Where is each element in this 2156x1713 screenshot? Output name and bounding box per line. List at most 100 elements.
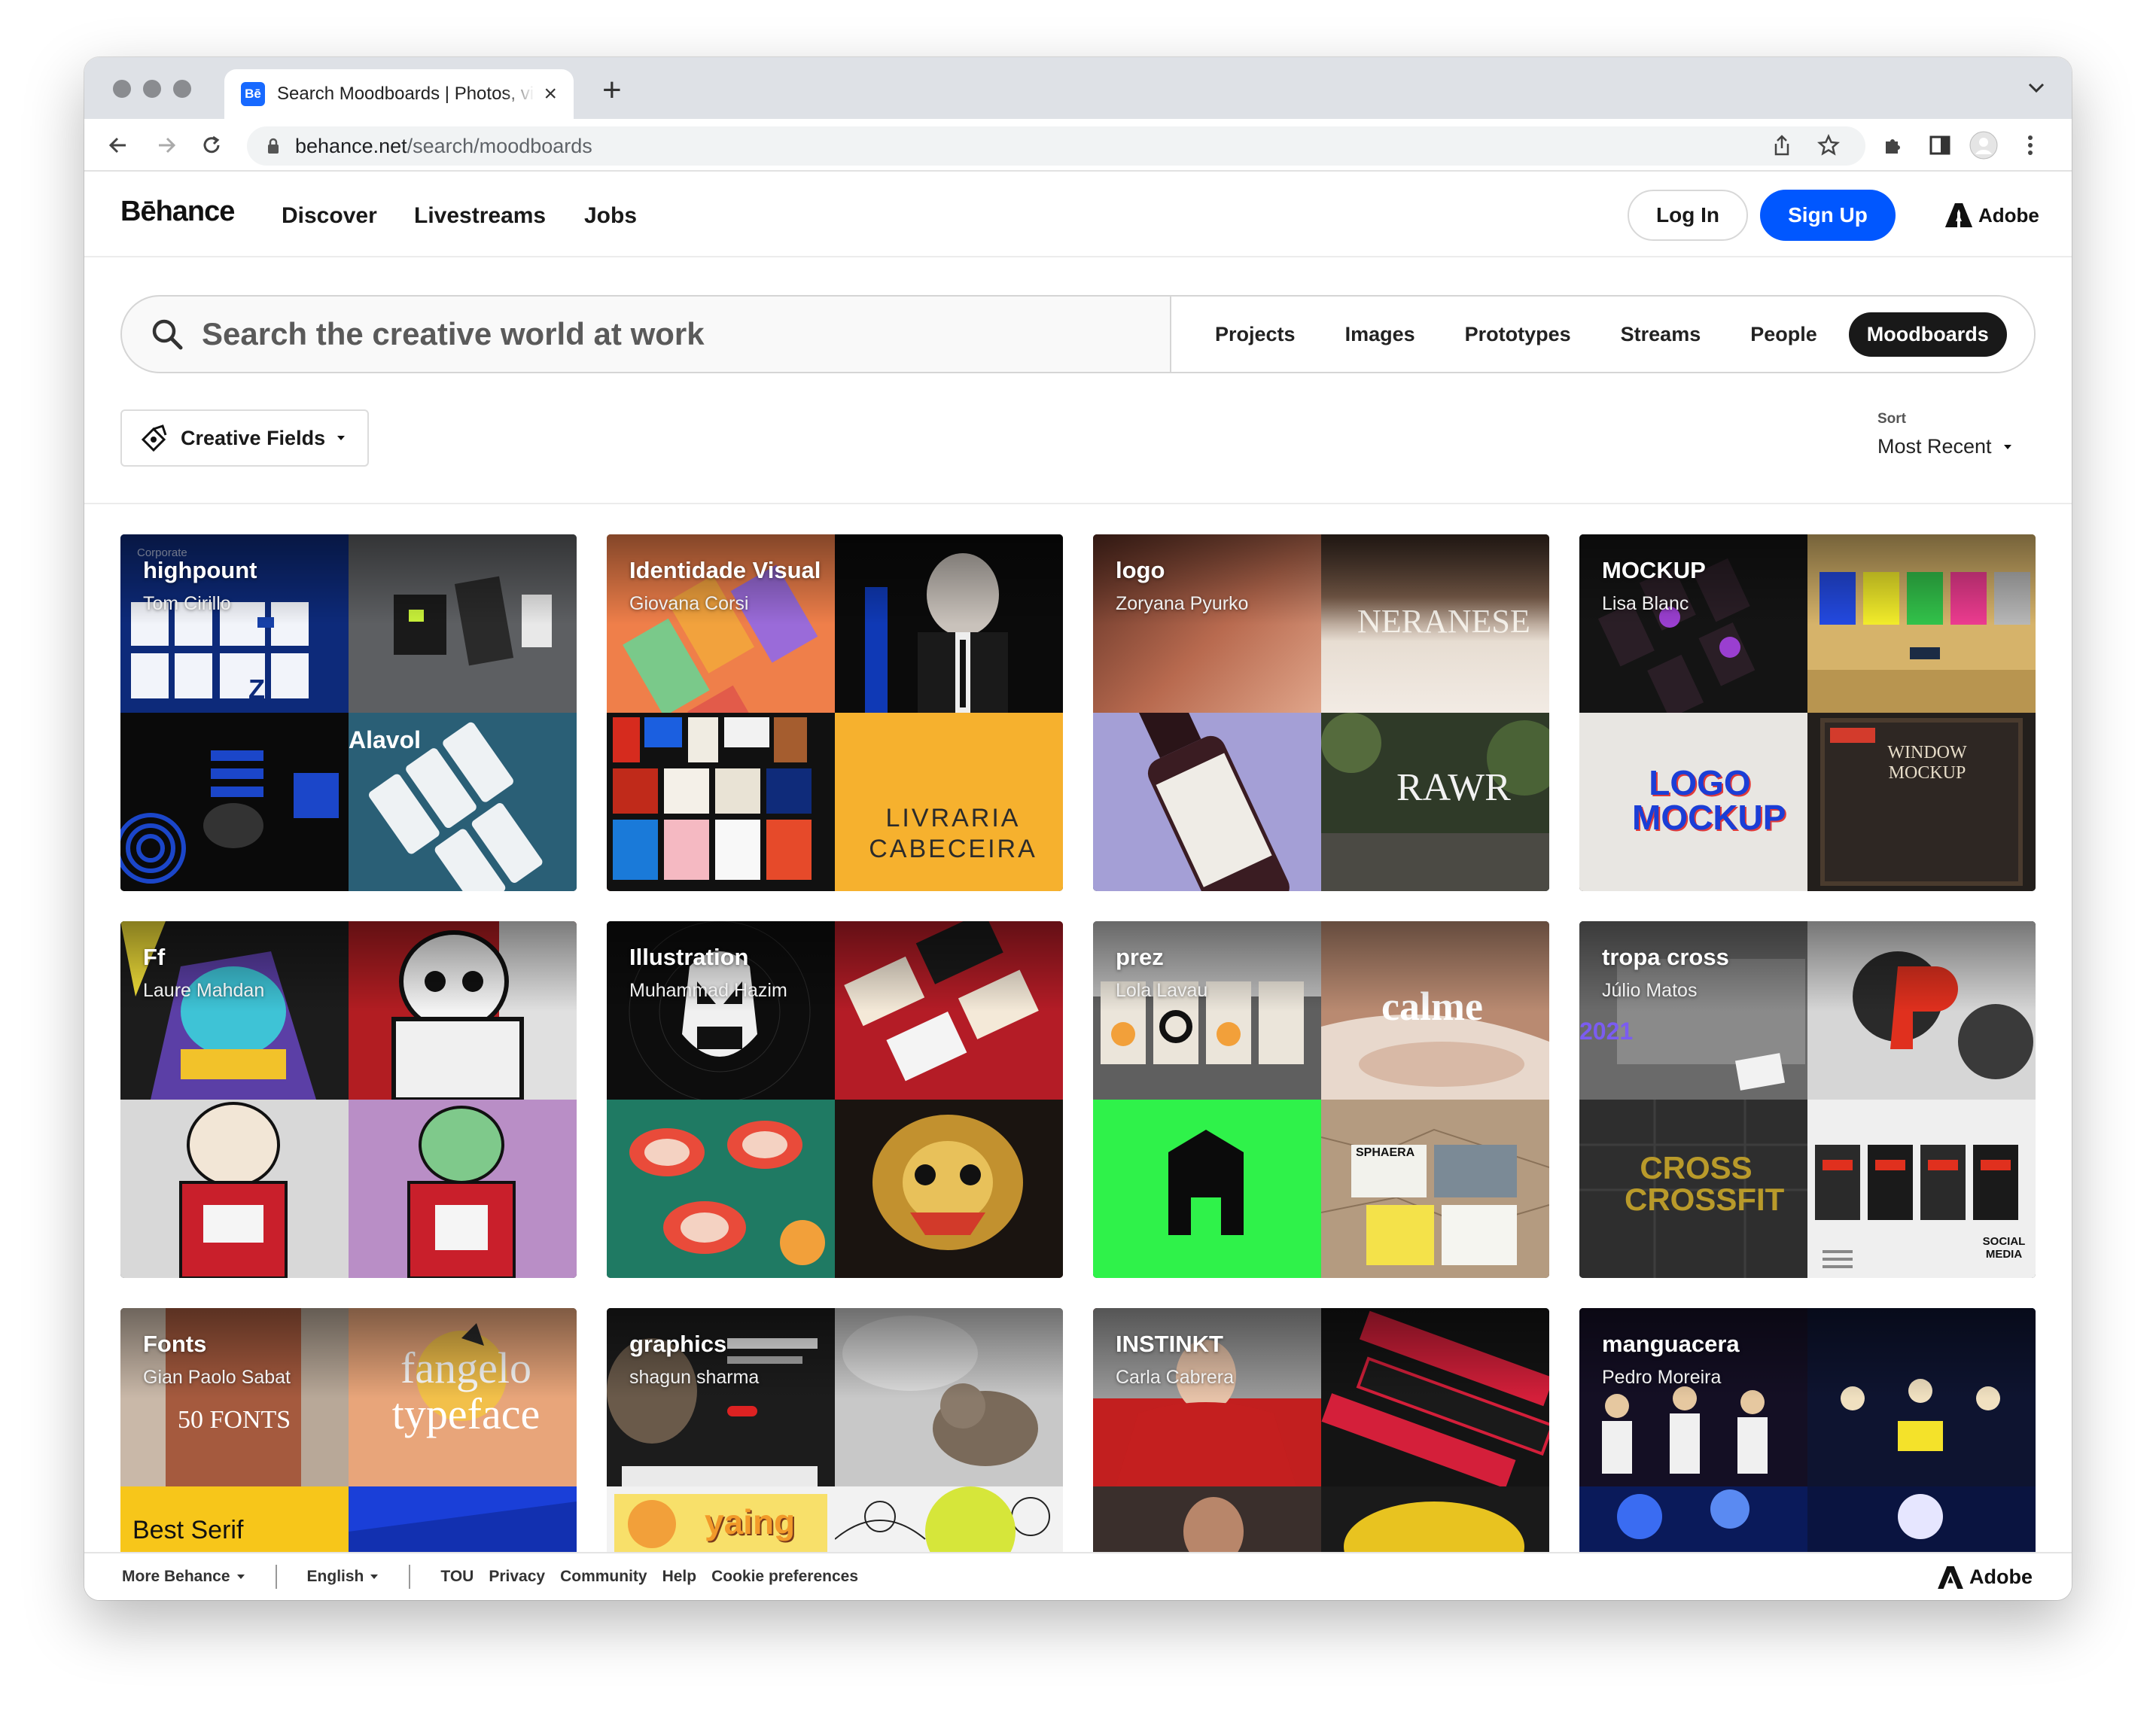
tile-caption: LIVRARIA CABECEIRA (869, 804, 1037, 863)
moodboard-tile (1807, 921, 2036, 1100)
footer-link-community[interactable]: Community (560, 1568, 647, 1586)
creative-fields-icon (141, 424, 167, 452)
bookmark-star-icon[interactable] (1814, 131, 1843, 160)
browser-toolbar: behance.net/search/moodboards (84, 119, 2072, 172)
nav-discover[interactable]: Discover (282, 203, 377, 229)
filter-divider (84, 503, 2072, 504)
footer-link-cookie-preferences[interactable]: Cookie preferences (711, 1568, 858, 1586)
tile-caption: NERANESE (1357, 603, 1530, 640)
reload-icon[interactable] (197, 131, 226, 160)
browser-window: Bē Search Moodboards | Photos, videos, l… (84, 57, 2072, 1600)
moodboard-card[interactable]: LOGO MOCKUP WINDOW MOCKUP MOCKUP Lisa Bl… (1579, 534, 2036, 891)
moodboard-card[interactable]: NERANESE RAWR logo Zoryana Pyurko (1093, 534, 1549, 891)
tab-prototypes[interactable]: Prototypes (1447, 312, 1589, 357)
tab-projects[interactable]: Projects (1197, 312, 1314, 357)
zoom-window-button[interactable] (173, 80, 191, 98)
search-placeholder: Search the creative world at work (202, 316, 705, 351)
moodboard-tile (120, 1100, 349, 1278)
profile-avatar-icon[interactable] (1969, 131, 1998, 160)
site-footer: More Behance English TOU Privacy Communi… (84, 1552, 2072, 1600)
forward-icon[interactable] (152, 131, 181, 160)
moodboard-owner[interactable]: Júlio Matos (1602, 980, 1697, 1002)
chevron-down-icon (337, 436, 346, 440)
url-path: /search/moodboards (407, 134, 592, 157)
new-tab-icon[interactable]: + (602, 74, 622, 107)
moodboard-tile: fangelo typeface (349, 1308, 577, 1486)
tab-people[interactable]: People (1732, 312, 1835, 357)
tile-caption: WINDOW MOCKUP (1887, 743, 1967, 783)
tab-title: Search Moodboards | Photos, videos, logo… (277, 84, 534, 104)
moodboard-owner[interactable]: Zoryana Pyurko (1116, 593, 1248, 615)
moodboard-owner[interactable]: Gian Paolo Sabat (143, 1367, 291, 1389)
adobe-link[interactable]: Adobe (1945, 203, 2039, 227)
moodboard-tile (1093, 1100, 1321, 1278)
minimize-window-button[interactable] (143, 80, 161, 98)
moodboard-owner[interactable]: Giovana Corsi (629, 593, 748, 615)
login-button[interactable]: Log In (1628, 190, 1748, 241)
footer-link-privacy[interactable]: Privacy (489, 1568, 545, 1586)
moodboard-owner[interactable]: Lola Lavau (1116, 980, 1207, 1002)
nav-jobs[interactable]: Jobs (584, 203, 637, 229)
close-window-button[interactable] (113, 80, 131, 98)
moodboard-owner[interactable]: shagun sharma (629, 1367, 759, 1389)
moodboard-tile: RAWR (1321, 713, 1549, 891)
lock-icon (268, 138, 279, 154)
browser-menu-icon[interactable] (2016, 131, 2045, 160)
behance-logo[interactable]: Bēhance (120, 196, 235, 228)
moodboard-owner[interactable]: Laure Mahdan (143, 980, 264, 1002)
browser-tab[interactable]: Bē Search Moodboards | Photos, videos, l… (224, 69, 574, 119)
tab-streams[interactable]: Streams (1603, 312, 1719, 357)
moodboard-card[interactable]: Illustration Muhammad Hazim (607, 921, 1063, 1278)
nav-livestreams[interactable]: Livestreams (414, 203, 546, 229)
behance-favicon-icon: Bē (241, 82, 265, 106)
moodboard-card[interactable]: 2021 CROSS CROSSFIT SOCIAL MEDIA tropa c… (1579, 921, 2036, 1278)
extensions-icon[interactable] (1879, 131, 1908, 160)
more-behance-label: More Behance (122, 1568, 230, 1585)
moodboard-card[interactable]: LIVRARIA CABECEIRA Identidade Visual Gio… (607, 534, 1063, 891)
language-dropdown[interactable]: English (307, 1568, 379, 1586)
moodboard-owner[interactable]: Muhammad Hazim (629, 980, 787, 1002)
chevron-down-icon (236, 1575, 245, 1579)
back-icon[interactable] (104, 131, 132, 160)
tab-search-chevron-icon[interactable] (2028, 83, 2045, 97)
svg-text:Z: Z (248, 674, 265, 704)
moodboard-card[interactable]: Z Corporate Alavol highpount Tom Cirillo (120, 534, 577, 891)
moodboard-owner[interactable]: Lisa Blanc (1602, 593, 1689, 615)
share-icon[interactable] (1768, 131, 1796, 160)
footer-link-help[interactable]: Help (662, 1568, 697, 1586)
more-behance-dropdown[interactable]: More Behance (122, 1568, 245, 1586)
tab-images[interactable]: Images (1327, 312, 1433, 357)
moodboard-title: Illustration (629, 944, 749, 970)
footer-adobe-label: Adobe (1969, 1565, 2033, 1588)
tile-caption: fangelo typeface (391, 1343, 541, 1438)
moodboard-owner[interactable]: Carla Cabrera (1116, 1367, 1234, 1389)
search-input[interactable]: Search the creative world at work (122, 297, 1170, 372)
moodboard-tile (835, 1308, 1063, 1486)
tab-close-icon[interactable]: × (544, 83, 557, 105)
moodboard-card[interactable]: calme SPHAERA prez Lola Lavau (1093, 921, 1549, 1278)
moodboard-grid: Z Corporate Alavol highpount Tom Cirillo (120, 534, 2036, 1600)
moodboard-tile (1093, 713, 1321, 891)
moodboard-title: Fonts (143, 1331, 207, 1357)
sort-dropdown[interactable]: Most Recent (1877, 435, 2013, 458)
side-panel-icon[interactable] (1926, 131, 1954, 160)
footer-adobe-link[interactable]: Adobe (1938, 1565, 2033, 1589)
moodboard-title: Ff (143, 944, 166, 970)
adobe-label: Adobe (1978, 203, 2039, 227)
tab-moodboards[interactable]: Moodboards (1848, 312, 2007, 357)
search-bar: Search the creative world at work Projec… (120, 295, 2036, 373)
signup-button[interactable]: Sign Up (1760, 190, 1896, 241)
address-bar[interactable]: behance.net/search/moodboards (247, 126, 1865, 166)
adobe-logo-icon (1945, 203, 1972, 227)
moodboard-tile (1807, 1308, 2036, 1486)
moodboard-owner[interactable]: Tom Cirillo (143, 593, 231, 615)
tile-caption: RAWR (1396, 766, 1511, 809)
moodboard-tile: Alavol (349, 713, 577, 891)
moodboard-owner[interactable]: Pedro Moreira (1602, 1367, 1721, 1389)
moodboard-title: highpount (143, 557, 257, 583)
creative-fields-dropdown[interactable]: Creative Fields (120, 409, 369, 467)
url-host: behance.net (295, 134, 407, 157)
footer-link-tou[interactable]: TOU (440, 1568, 474, 1586)
tile-caption: 50 FONTS (178, 1406, 291, 1434)
moodboard-card[interactable]: Ff Laure Mahdan (120, 921, 577, 1278)
